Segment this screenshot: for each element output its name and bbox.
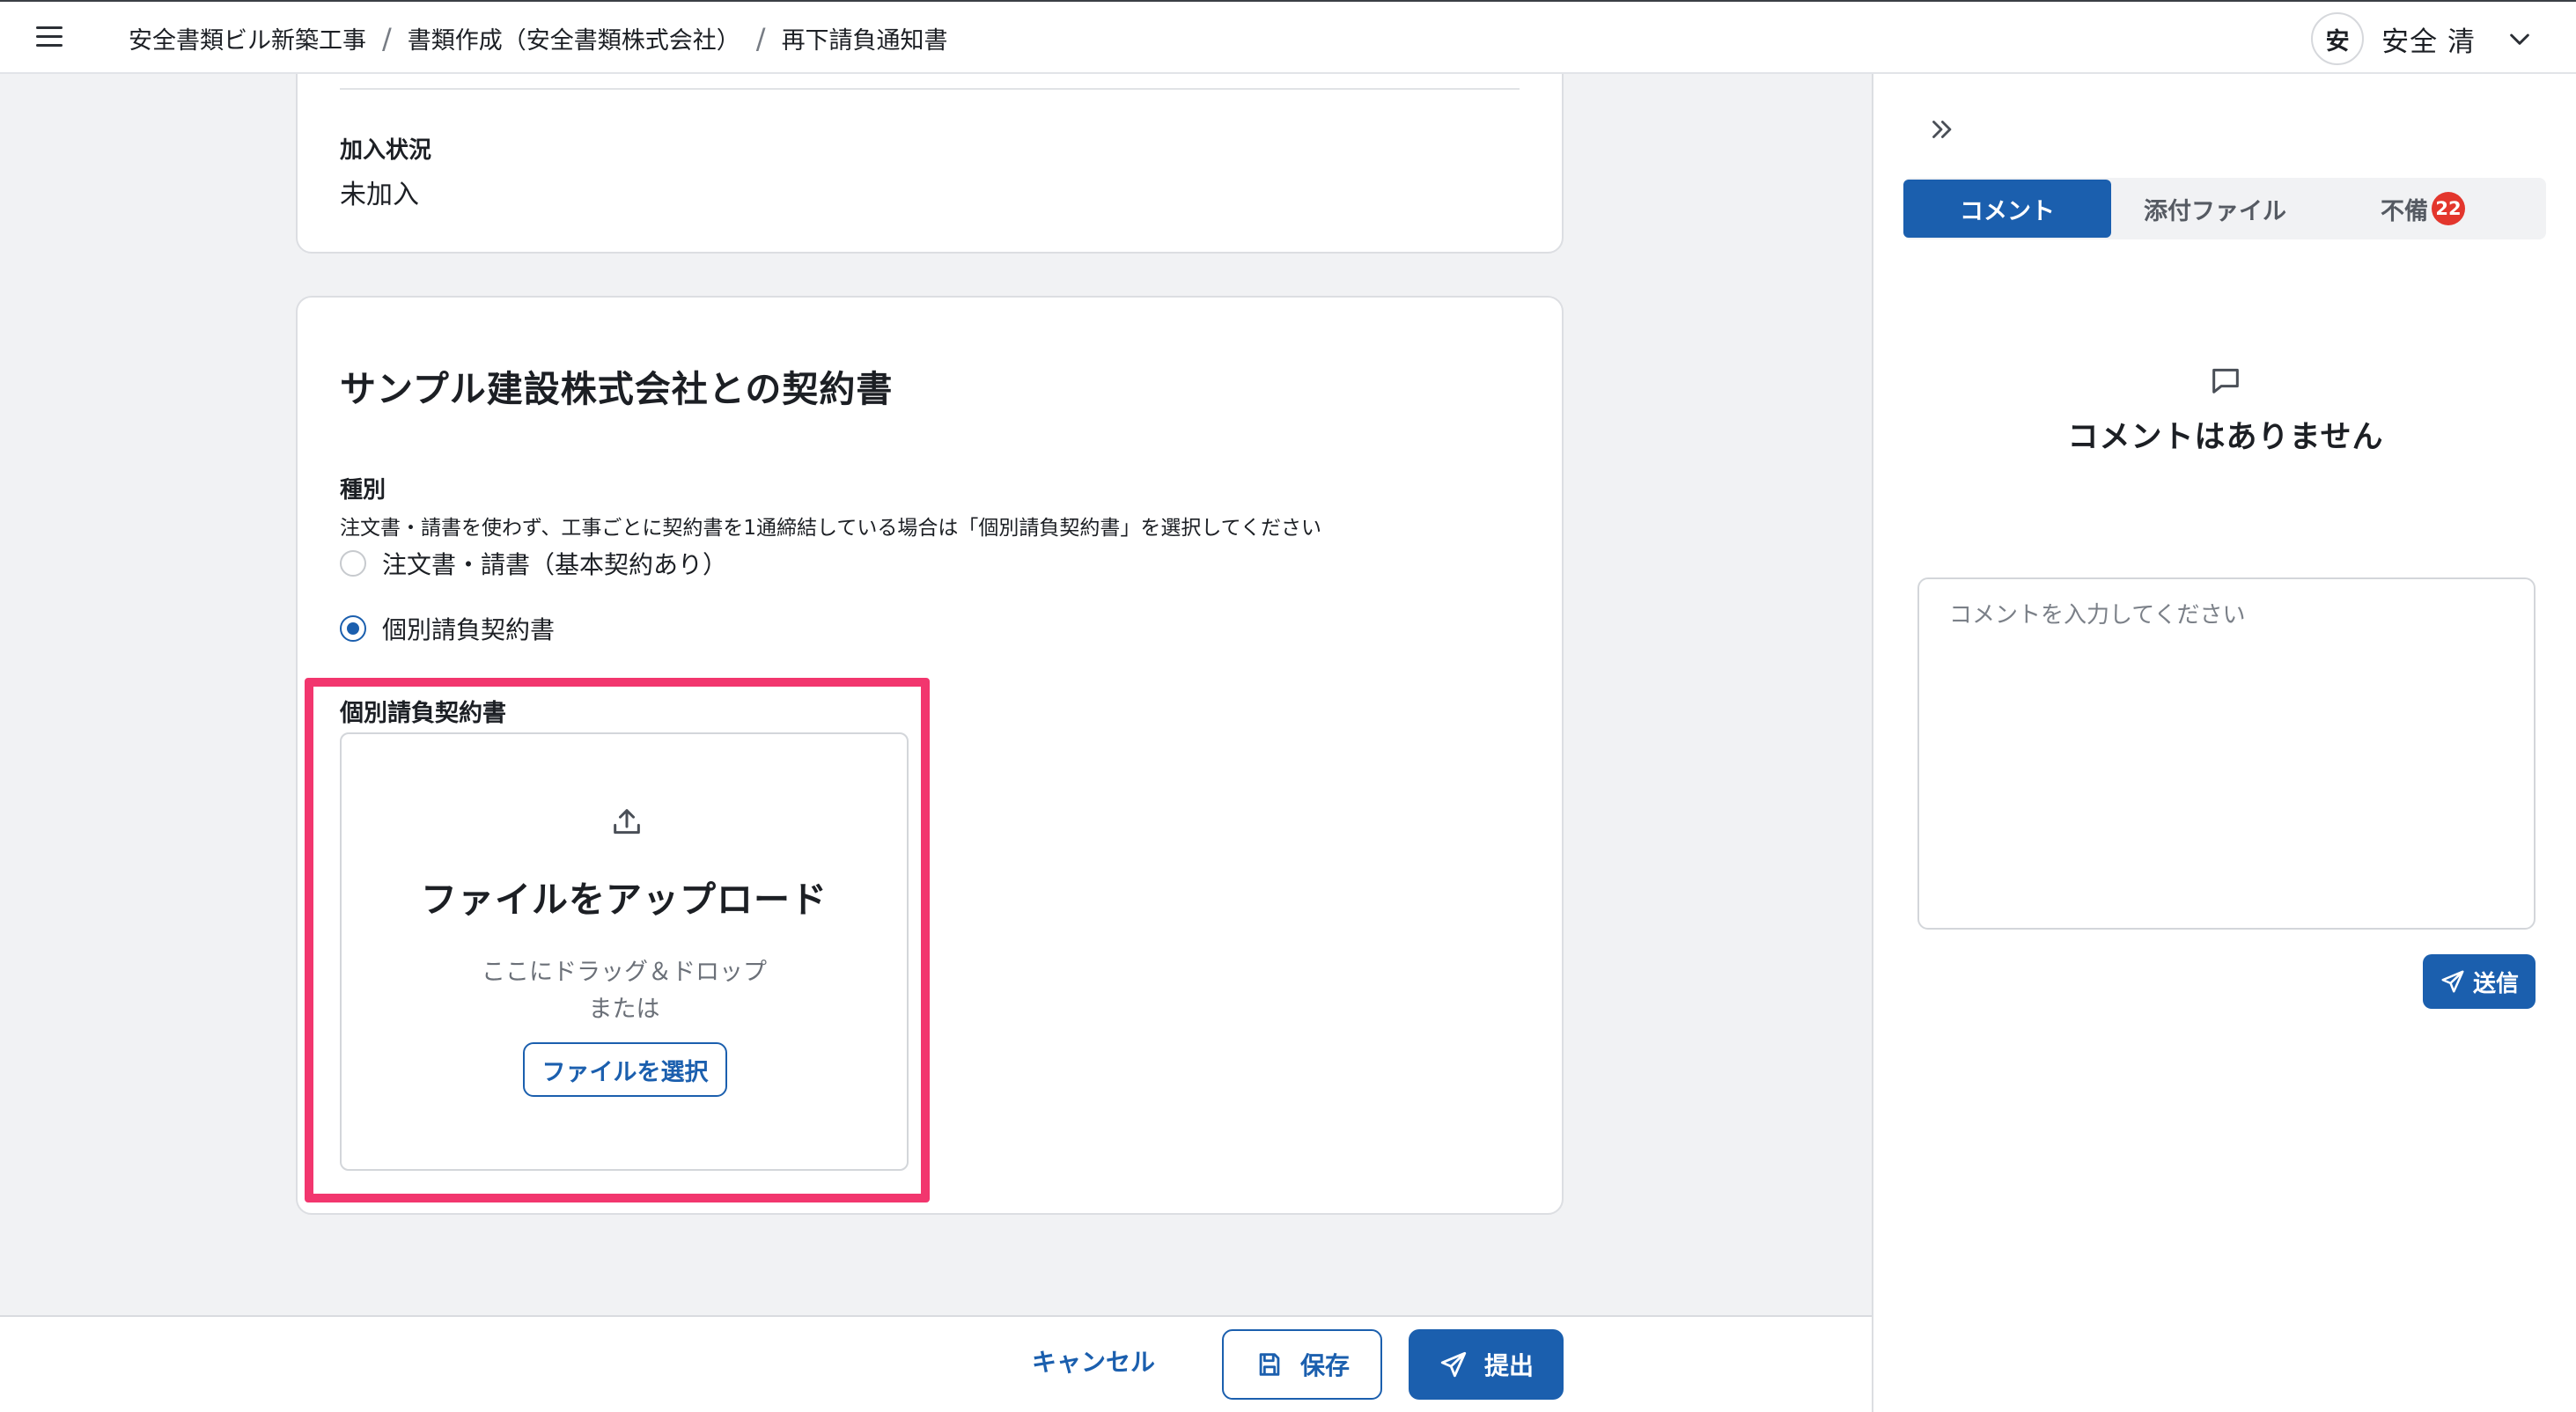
tab-comments[interactable]: コメント: [1903, 180, 2111, 238]
radio-option-individual-contract[interactable]: 個別請負契約書: [340, 611, 555, 646]
chevron-down-icon[interactable]: [2506, 25, 2534, 53]
breadcrumb-separator: /: [382, 21, 392, 55]
send-icon: [1440, 1351, 1467, 1378]
radio-button-checked[interactable]: [340, 615, 366, 642]
side-panel-tabs: コメント 添付ファイル 不備 22: [1903, 178, 2546, 239]
save-button[interactable]: 保存: [1222, 1329, 1382, 1400]
save-button-label: 保存: [1299, 1351, 1350, 1380]
tab-label: 添付ファイル: [2144, 197, 2286, 225]
comment-side-panel: コメント 添付ファイル 不備 22 コメントはありません 送信: [1872, 74, 2576, 1412]
top-bar: 安全書類ビル新築工事 / 書類作成（安全書類株式会社） / 再下請負通知書 安 …: [0, 0, 2576, 74]
enrollment-card: 加入状況 未加入: [296, 74, 1564, 254]
radio-option-label: 個別請負契約書: [382, 615, 556, 644]
user-menu[interactable]: 安 安全 清: [2311, 12, 2534, 65]
avatar: 安: [2311, 12, 2365, 65]
tab-attachments[interactable]: 添付ファイル: [2111, 180, 2319, 238]
breadcrumb-item-project[interactable]: 安全書類ビル新築工事: [129, 21, 366, 55]
radio-option-label: 注文書・請書（基本契約あり）: [382, 550, 728, 579]
double-chevron-right-icon[interactable]: [1926, 114, 1956, 144]
breadcrumb-item-current: 再下請負通知書: [781, 27, 948, 55]
drag-drop-text: ここにドラッグ＆ドロップ: [482, 959, 767, 986]
upload-title: ファイルをアップロード: [421, 879, 828, 921]
tab-label: 不備: [2381, 197, 2428, 225]
tab-deficiencies[interactable]: 不備 22: [2319, 180, 2527, 238]
radio-option-order-form[interactable]: 注文書・請書（基本契約あり）: [340, 546, 727, 581]
submit-button-label: 提出: [1483, 1351, 1534, 1380]
send-button-label: 送信: [2472, 970, 2519, 997]
user-name: 安全 清: [2381, 26, 2476, 58]
radio-button[interactable]: [340, 550, 366, 577]
comment-input[interactable]: [1917, 577, 2536, 930]
breadcrumb-separator: /: [755, 21, 766, 55]
upload-field-label: 個別請負契約書: [340, 700, 506, 727]
send-comment-button[interactable]: 送信: [2423, 954, 2536, 1009]
save-icon: [1259, 1353, 1280, 1376]
breadcrumb: 安全書類ビル新築工事 / 書類作成（安全書類株式会社） / 再下請負通知書: [129, 21, 948, 55]
enrollment-status-value: 未加入: [340, 180, 419, 210]
type-hint: 注文書・請書を使わず、工事ごとに契約書を1通締結している場合は「個別請負契約書」…: [340, 517, 1321, 540]
main-content[interactable]: 加入状況 未加入 サンプル建設株式会社との契約書 種別 注文書・請書を使わず、工…: [0, 74, 1872, 1315]
submit-button[interactable]: 提出: [1409, 1329, 1564, 1400]
hamburger-menu-icon[interactable]: [33, 23, 65, 51]
count-badge: 22: [2432, 192, 2465, 225]
footer-bar: キャンセル 保存 提出: [0, 1315, 1872, 1412]
contract-card: サンプル建設株式会社との契約書 種別 注文書・請書を使わず、工事ごとに契約書を1…: [296, 296, 1564, 1215]
file-dropzone[interactable]: ファイルをアップロード ここにドラッグ＆ドロップ または ファイルを選択: [340, 732, 909, 1171]
empty-state-text: コメントはありません: [2067, 420, 2384, 455]
comment-icon: [2212, 368, 2239, 393]
send-icon: [2441, 970, 2464, 993]
contract-card-title: サンプル建設株式会社との契約書: [340, 368, 894, 410]
enrollment-status-label: 加入状況: [340, 137, 432, 164]
tab-label: コメント: [1960, 197, 2055, 225]
breadcrumb-item-document-creation[interactable]: 書類作成（安全書類株式会社）: [408, 21, 740, 55]
cancel-button[interactable]: キャンセル: [1032, 1343, 1155, 1379]
upload-icon: [614, 809, 640, 835]
divider: [340, 88, 1520, 90]
type-label: 種別: [340, 477, 386, 504]
select-file-button[interactable]: ファイルを選択: [523, 1042, 727, 1097]
or-text: または: [588, 996, 660, 1023]
